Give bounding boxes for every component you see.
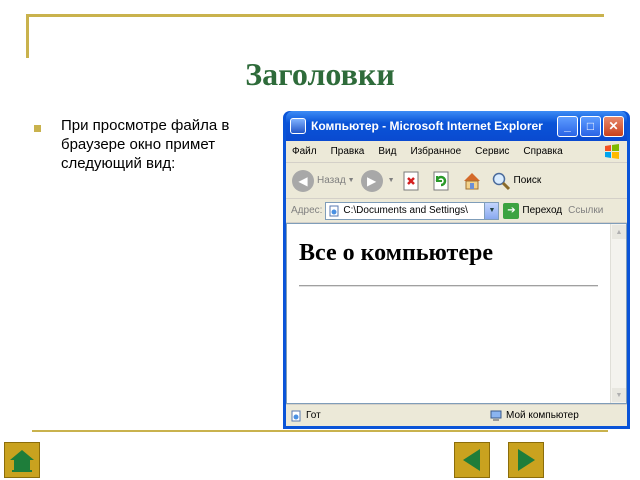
maximize-button[interactable]: □: [580, 115, 601, 137]
slide-home-button[interactable]: [4, 442, 40, 478]
zone-text: Мой компьютер: [506, 410, 579, 421]
scroll-up-icon[interactable]: ▲: [612, 225, 626, 239]
menu-favorites[interactable]: Избранное: [410, 146, 461, 157]
bullet-marker: [34, 125, 41, 132]
address-input[interactable]: C:\Documents and Settings\: [325, 201, 486, 220]
ie-icon: [290, 118, 306, 134]
address-dropdown-button[interactable]: ▼: [485, 201, 500, 220]
computer-icon: [490, 410, 502, 421]
page-body: Все о компьютере: [287, 224, 610, 403]
minimize-button[interactable]: _: [557, 115, 578, 137]
chevron-down-icon: ▼: [347, 177, 355, 184]
menu-help[interactable]: Справка: [523, 146, 562, 157]
refresh-icon[interactable]: [431, 170, 453, 192]
back-icon: ◀: [292, 169, 314, 192]
back-label: Назад: [317, 175, 346, 186]
search-button[interactable]: Поиск: [491, 171, 542, 191]
page-icon: [291, 410, 301, 421]
search-label: Поиск: [513, 175, 542, 186]
prev-arrow-icon: [463, 449, 480, 471]
close-button[interactable]: ✕: [603, 115, 624, 137]
search-icon: [492, 172, 510, 190]
page-heading: Все о компьютере: [299, 240, 493, 266]
chevron-down-icon: ▼: [488, 207, 496, 214]
menu-tools[interactable]: Сервис: [475, 146, 509, 157]
maximize-icon: □: [586, 119, 595, 133]
standard-toolbar: ◀ Назад ▼ ▶ ▼ Поиск: [286, 163, 627, 199]
back-button[interactable]: ◀ Назад ▼: [292, 169, 355, 192]
close-icon: ✕: [608, 119, 619, 133]
go-icon: ➔: [503, 202, 520, 219]
address-value: C:\Documents and Settings\: [343, 205, 468, 216]
bullet-text: При просмотре файла в браузере окно прим…: [61, 117, 230, 172]
status-text: Гот: [306, 410, 321, 421]
vertical-scrollbar[interactable]: ▲ ▼: [610, 224, 626, 403]
page-icon: [329, 205, 339, 216]
prev-slide-button[interactable]: [454, 442, 490, 478]
frame-left-line: [26, 14, 29, 58]
slide-home-icon: [10, 450, 34, 472]
next-slide-button[interactable]: [508, 442, 544, 478]
stop-icon[interactable]: [401, 170, 423, 192]
minimize-icon: _: [564, 119, 571, 133]
ie-window: Компьютер - Microsoft Internet Explorer …: [283, 111, 630, 429]
window-title: Компьютер - Microsoft Internet Explorer: [311, 119, 543, 133]
home-icon[interactable]: [461, 170, 483, 192]
frame-bottom-line: [32, 430, 608, 432]
address-label: Адрес:: [291, 205, 323, 216]
menu-bar: Файл Правка Вид Избранное Сервис Справка: [286, 141, 627, 163]
page-viewport: Все о компьютере ▲ ▼: [286, 223, 627, 404]
forward-icon: ▶: [360, 169, 383, 192]
windows-logo-icon: [605, 144, 619, 159]
go-label: Переход: [522, 205, 563, 216]
go-button[interactable]: ➔ Переход: [503, 202, 563, 219]
links-label[interactable]: Ссылки: [568, 205, 603, 216]
menu-view[interactable]: Вид: [378, 146, 396, 157]
title-bar[interactable]: Компьютер - Microsoft Internet Explorer …: [286, 111, 627, 141]
chevron-down-icon: ▼: [387, 177, 395, 184]
forward-button[interactable]: ▶ ▼: [360, 169, 395, 192]
horizontal-rule: [299, 285, 598, 287]
status-bar: Гот Мой компьютер: [286, 404, 627, 426]
menu-file[interactable]: Файл: [292, 146, 317, 157]
frame-top-line: [26, 14, 604, 17]
address-bar: Адрес: C:\Documents and Settings\ ▼ ➔ Пе…: [286, 199, 627, 223]
menu-edit[interactable]: Правка: [331, 146, 365, 157]
bullet-item: При просмотре файла в браузере окно прим…: [34, 116, 264, 173]
slide-title: Заголовки: [245, 56, 395, 92]
next-arrow-icon: [518, 449, 535, 471]
scroll-down-icon[interactable]: ▼: [612, 388, 626, 402]
